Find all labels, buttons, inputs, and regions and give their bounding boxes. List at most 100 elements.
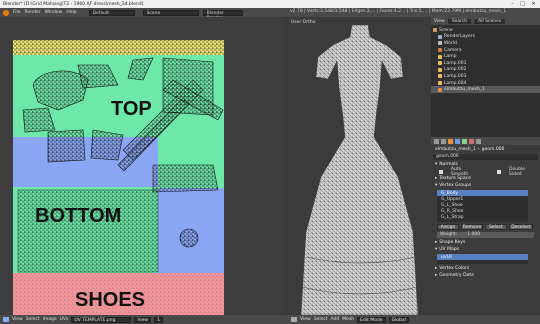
outliner-item-camera[interactable]: Camera (431, 47, 540, 54)
uv-menu-select[interactable]: Select (26, 317, 40, 322)
editor-type-icon[interactable] (3, 317, 9, 322)
outliner-panel[interactable]: View Search All Scenes Scene RenderLayer… (431, 17, 540, 137)
outliner-item-lamp-001[interactable]: Lamp.001 (431, 60, 540, 67)
dress-mesh-render[interactable] (288, 17, 431, 315)
uv-menu-view[interactable]: View (12, 317, 23, 322)
lamp-icon (438, 54, 442, 59)
uv-image-editor[interactable]: TOP BOTTOM SHOES (0, 17, 285, 324)
triangle-right-icon: ▸ (435, 273, 438, 278)
data-name: geom.006 (481, 147, 505, 152)
outliner-item-renderlayers[interactable]: RenderLayers (431, 34, 540, 41)
triangle-down-icon: ▾ (435, 162, 438, 167)
layout-select[interactable]: Default (88, 9, 135, 16)
double-sided-label: Double Sided (509, 166, 525, 177)
uv-editor-footer: View Select Image UVs UV TEMPLATE.png Vi… (0, 315, 288, 324)
vp-menu-add[interactable]: Add (331, 317, 340, 322)
title-bar: Blender* [D:\Grid Mahisng\T2 - 1960 AF d… (0, 0, 540, 8)
weight-value: 1.000 (467, 232, 481, 237)
auto-smooth-label: Auto Smooth (450, 166, 469, 177)
triangle-down-icon: ▾ (435, 247, 438, 252)
lamp-icon (438, 74, 442, 79)
menu-help[interactable]: Help (66, 10, 76, 15)
outliner-tree: Scene RenderLayers World Camera Lamp Lam… (431, 25, 540, 93)
outliner-item-lamp-004[interactable]: Lamp.004 (431, 80, 540, 87)
vp-menu-view[interactable]: View (300, 317, 311, 322)
menu-render[interactable]: Render (25, 10, 41, 15)
uv-template-canvas[interactable]: TOP BOTTOM SHOES (13, 40, 224, 324)
outliner-view-menu[interactable]: View (434, 19, 445, 24)
texture-tab-icon[interactable] (476, 138, 481, 144)
double-sided-checkbox[interactable] (497, 169, 502, 174)
uv-menu-uvs[interactable]: UVs (60, 317, 69, 322)
select-button[interactable]: Select (485, 224, 507, 230)
scene-icon (433, 28, 437, 33)
mesh-icon (438, 87, 442, 92)
close-button[interactable]: ✕ (530, 1, 537, 7)
outliner-search[interactable]: Search (447, 18, 472, 24)
modifier-tab-icon[interactable] (455, 138, 460, 144)
vp-menu-select[interactable]: Select (314, 317, 328, 322)
scene-stats: v2.78 | Verts:3,548/3,548 | Edges:2,... … (290, 9, 507, 14)
orientation-select[interactable]: Global (388, 316, 409, 323)
blender-logo-icon[interactable] (3, 9, 9, 16)
uv-label-bottom: BOTTOM (35, 205, 121, 227)
maximize-button[interactable]: □ (519, 1, 526, 7)
uv-map-list: uvLR (437, 254, 528, 264)
vertex-group-item[interactable]: G_L_Strap (437, 214, 528, 220)
3d-viewport[interactable]: User Ortho (288, 17, 431, 315)
editor-type-icon[interactable] (291, 317, 297, 322)
outliner-item-world[interactable]: World (431, 40, 540, 47)
outliner-item-lamp[interactable]: Lamp (431, 53, 540, 60)
triangle-right-icon: ▸ (435, 240, 438, 245)
renderlayers-icon (438, 34, 442, 39)
triangle-down-icon: ▾ (435, 183, 438, 188)
auto-smooth-checkbox[interactable] (439, 169, 443, 174)
camera-icon (438, 48, 442, 53)
weight-field[interactable]: Weight: 1.000 (437, 232, 534, 238)
render-tab-icon[interactable] (434, 138, 439, 144)
scene-tab-icon[interactable] (441, 138, 446, 144)
vp-menu-mesh[interactable]: Mesh (342, 317, 354, 322)
vertex-groups-section[interactable]: ▾ Vertex Groups (433, 182, 538, 189)
frame-field[interactable]: 1 (154, 316, 163, 323)
remove-button[interactable]: Remove (461, 224, 483, 230)
vertex-group-list: G_Body G_Upper1 G_L_Shoe G_R_Shoe G_L_St… (437, 190, 528, 222)
uv-maps-section[interactable]: ▾ UV Maps (433, 246, 538, 253)
outliner-item-mesh[interactable]: elmbutzu_mesh_1 (431, 86, 540, 93)
mesh-name-field[interactable]: geom.006 (433, 154, 538, 160)
properties-panel[interactable]: elmbutzu_mesh_1 › geom.006 geom.006 ▾ Nor… (431, 137, 540, 315)
triangle-right-icon: ▸ (435, 176, 438, 181)
minimize-button[interactable]: – (509, 1, 516, 7)
assign-button[interactable]: Assign (437, 224, 459, 230)
mode-select[interactable]: Edit Mode (357, 316, 386, 323)
material-tab-icon[interactable] (469, 138, 474, 144)
uv-menu-image[interactable]: Image (43, 317, 57, 322)
lamp-icon (438, 81, 442, 86)
object-breadcrumb: elmbutzu_mesh_1 › geom.006 (433, 146, 538, 153)
render-engine-select[interactable]: Blender Render (202, 9, 243, 21)
outliner-item-lamp-003[interactable]: Lamp.003 (431, 73, 540, 80)
deselect-button[interactable]: Deselect (509, 224, 533, 230)
menu-file[interactable]: File (13, 10, 21, 15)
outliner-filter-select[interactable]: All Scenes (474, 18, 506, 24)
info-header: File Render Window Help Default Scene Bl… (0, 8, 540, 21)
shape-keys-section[interactable]: ▸ Shape Keys (433, 239, 538, 246)
lamp-icon (438, 61, 442, 66)
scene-select[interactable]: Scene (142, 9, 199, 16)
uv-map-item[interactable]: uvLR (437, 254, 528, 260)
geometry-data-section[interactable]: ▸ Geometry Data (433, 272, 538, 279)
uv-view-mode[interactable]: View (134, 316, 152, 323)
weight-label: Weight: (440, 232, 458, 237)
outliner-item-lamp-002[interactable]: Lamp.002 (431, 67, 540, 74)
world-icon (438, 41, 442, 46)
data-tab-icon[interactable] (462, 138, 467, 144)
uv-label-shoes: SHOES (75, 289, 145, 311)
menu-window[interactable]: Window (45, 10, 63, 15)
image-name-field[interactable]: UV TEMPLATE.png (71, 316, 132, 323)
properties-tabs (431, 137, 540, 145)
viewport-footer: View Select Add Mesh Edit Mode Global (288, 315, 540, 324)
outliner-item-scene[interactable]: Scene (431, 27, 540, 34)
object-tab-icon[interactable] (448, 138, 453, 144)
vertex-colors-section[interactable]: ▸ Vertex Colors (433, 265, 538, 272)
triangle-right-icon: ▸ (435, 266, 438, 271)
